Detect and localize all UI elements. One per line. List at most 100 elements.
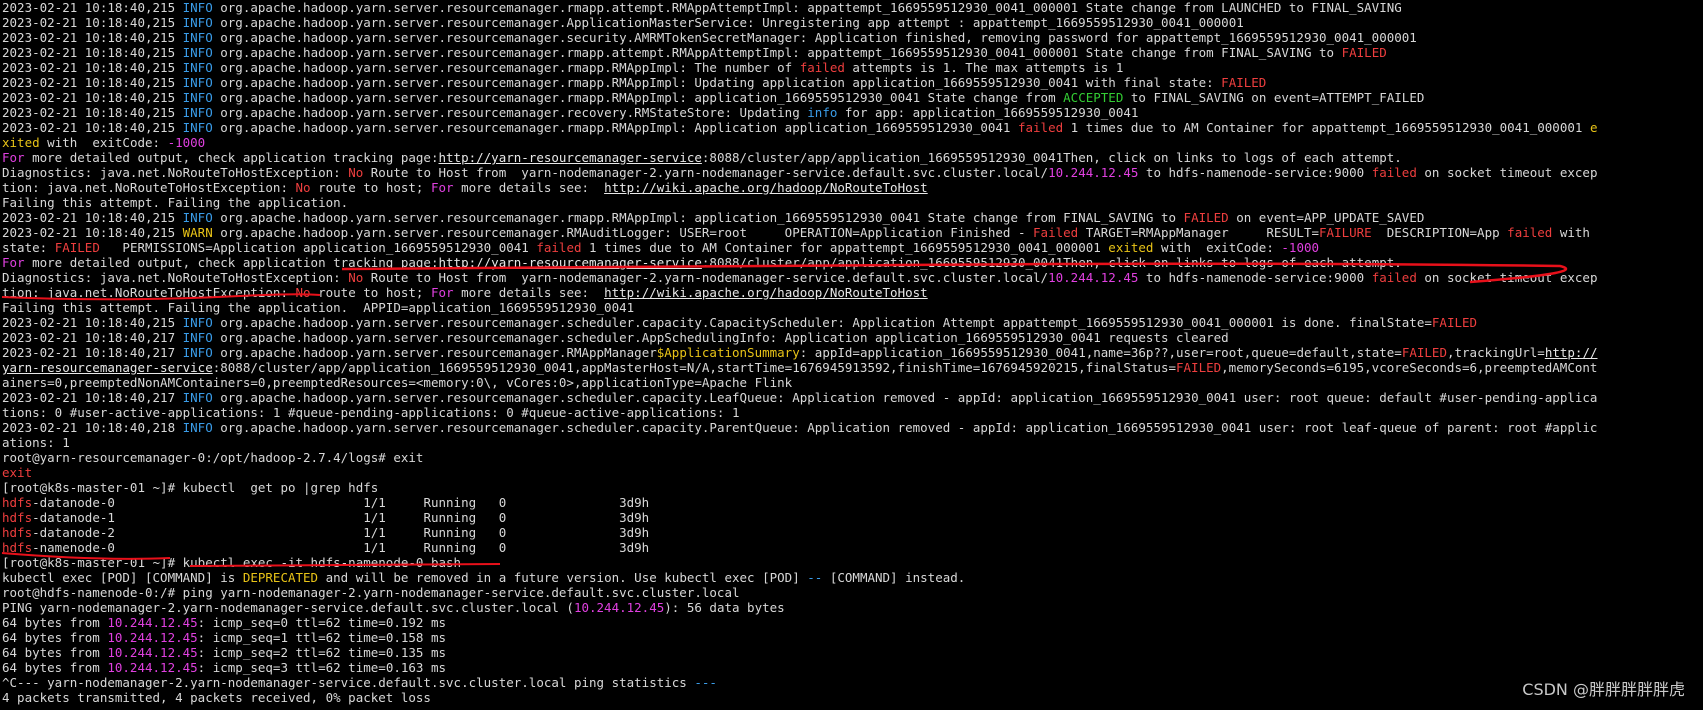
terminal-link[interactable]: yarn-resourcemanager-service <box>2 360 213 375</box>
terminal-line: For more detailed output, check applicat… <box>2 150 1598 165</box>
terminal-text: : icmp_seq=3 ttl=62 time=0.163 ms <box>197 660 447 675</box>
terminal-text: exited <box>1108 240 1154 255</box>
terminal-text: org.apache.hadoop.yarn.server.resourcema… <box>212 60 800 75</box>
terminal-text: on event=APP_UPDATE_SAVED <box>1228 210 1425 225</box>
terminal-text: INFO <box>182 345 213 360</box>
terminal-text: on socket timeout excep <box>1416 270 1598 285</box>
terminal-text: For <box>430 180 454 195</box>
terminal-link[interactable]: http://yarn-resourcemanager-service <box>439 150 702 165</box>
terminal-text: failed <box>799 60 845 75</box>
terminal-text: route to host; <box>310 180 431 195</box>
terminal-text: 2023-02-21 10:18:40,215 <box>2 30 183 45</box>
terminal-text: ainers=0,preemptedNonAMContainers=0,pree… <box>2 375 793 390</box>
terminal-text: tion: java.net.NoRouteToHostException: <box>2 285 296 300</box>
terminal-line: root@hdfs-namenode-0:/# ping yarn-nodema… <box>2 585 1598 600</box>
terminal-text: FAILED <box>1341 45 1387 60</box>
terminal-text: hdfs <box>2 525 33 540</box>
terminal-line: 2023-02-21 10:18:40,215 INFO org.apache.… <box>2 120 1598 135</box>
terminal-output: 2023-02-21 10:18:40,215 INFO org.apache.… <box>2 0 1598 705</box>
terminal-text: INFO <box>182 45 213 60</box>
terminal-text: DEPRECATED <box>242 570 319 585</box>
terminal-line: Failing this attempt. Failing the applic… <box>2 195 1598 210</box>
terminal-text: INFO <box>182 15 213 30</box>
terminal-text: :8088/cluster/app/application_1669559512… <box>701 255 1402 270</box>
terminal-text: failed <box>536 240 582 255</box>
terminal-line: 2023-02-21 10:18:40,215 INFO org.apache.… <box>2 15 1598 30</box>
terminal-line: tion: java.net.NoRouteToHostException: N… <box>2 180 1598 195</box>
watermark-label: CSDN @胖胖胖胖胖虎 <box>1522 680 1685 699</box>
terminal-text: 10.244.12.45 <box>107 645 198 660</box>
terminal-text: hdfs <box>2 540 33 555</box>
terminal-line: hdfs-datanode-2 1/1 Running 0 3d9h <box>2 525 1598 540</box>
terminal-text: ations: 1 <box>2 435 70 450</box>
terminal-text: PING yarn-nodemanager-2.yarn-nodemanager… <box>2 600 574 615</box>
terminal-text: : icmp_seq=0 ttl=62 time=0.192 ms <box>197 615 447 630</box>
terminal-text: Failing this attempt. Failing the applic… <box>2 300 635 315</box>
terminal-link[interactable]: http://yarn-resourcemanager-service <box>439 255 702 270</box>
terminal-line: PING yarn-nodemanager-2.yarn-nodemanager… <box>2 600 1598 615</box>
terminal-window[interactable]: 2023-02-21 10:18:40,215 INFO org.apache.… <box>0 0 1703 710</box>
terminal-text: No <box>295 285 311 300</box>
terminal-text: to hdfs-namenode-service:9000 <box>1138 165 1372 180</box>
terminal-link[interactable]: http:// <box>1545 345 1598 360</box>
terminal-text: INFO <box>182 390 213 405</box>
terminal-text: 2023-02-21 10:18:40,215 <box>2 60 183 75</box>
terminal-text: -1000 <box>167 135 206 150</box>
terminal-text: on socket timeout excep <box>1416 165 1598 180</box>
terminal-line: 2023-02-21 10:18:40,215 INFO org.apache.… <box>2 0 1598 15</box>
terminal-text: 10.244.12.45 <box>573 600 665 615</box>
terminal-line: 2023-02-21 10:18:40,215 INFO org.apache.… <box>2 210 1598 225</box>
terminal-line: 2023-02-21 10:18:40,217 INFO org.apache.… <box>2 330 1598 345</box>
terminal-line: 64 bytes from 10.244.12.45: icmp_seq=2 t… <box>2 645 1598 660</box>
terminal-text: info <box>807 105 838 120</box>
terminal-link[interactable]: http://wiki.apache.org/hadoop/NoRouteToH… <box>604 285 928 300</box>
terminal-text: more details see: <box>453 180 605 195</box>
terminal-text: failed <box>1371 270 1417 285</box>
terminal-text: hdfs <box>2 495 33 510</box>
terminal-text: more details see: <box>453 285 605 300</box>
terminal-text: state: <box>2 240 55 255</box>
terminal-text: 2023-02-21 10:18:40,217 <box>2 390 183 405</box>
terminal-text: Diagnostics: java.net.NoRouteToHostExcep… <box>2 165 349 180</box>
terminal-line: tion: java.net.NoRouteToHostException: N… <box>2 285 1598 300</box>
terminal-text: : appId=application_1669559512930_0041,n… <box>799 345 1402 360</box>
terminal-text: exit <box>2 465 33 480</box>
terminal-text: failed <box>1017 120 1064 135</box>
terminal-line: 2023-02-21 10:18:40,218 INFO org.apache.… <box>2 420 1598 435</box>
terminal-text: org.apache.hadoop.yarn.server.resourcema… <box>212 225 1034 240</box>
terminal-text: WARN <box>182 225 213 240</box>
terminal-text: 2023-02-21 10:18:40,215 <box>2 0 183 15</box>
terminal-link[interactable]: http://wiki.apache.org/hadoop/NoRouteToH… <box>604 180 928 195</box>
terminal-text: kubectl exec [POD] [COMMAND] is <box>2 570 243 585</box>
terminal-line: tions: 0 #user-active-applications: 1 #q… <box>2 405 1598 420</box>
terminal-text: DESCRIPTION=App <box>1371 225 1508 240</box>
terminal-text: -namenode-0 1/1 Running 0 3d9h <box>32 540 650 555</box>
terminal-text: For <box>430 285 454 300</box>
terminal-text: 64 bytes from <box>2 615 108 630</box>
terminal-text: -1000 <box>1281 240 1320 255</box>
terminal-text: 10.244.12.45 <box>1048 165 1139 180</box>
terminal-text: 2023-02-21 10:18:40,215 <box>2 120 183 135</box>
terminal-text: INFO <box>182 210 213 225</box>
terminal-text: -- <box>807 570 823 585</box>
terminal-text: FAILED <box>54 240 100 255</box>
terminal-line: xited with exitCode: -1000 <box>2 135 1598 150</box>
terminal-text: -datanode-0 1/1 Running 0 3d9h <box>32 495 650 510</box>
terminal-text: with exitCode: <box>1153 240 1282 255</box>
terminal-text: INFO <box>182 330 213 345</box>
terminal-text: attempts is 1. The max attempts is 1 <box>844 60 1124 75</box>
terminal-text: PERMISSIONS=Application application_1669… <box>99 240 537 255</box>
terminal-text: and will be removed in a future version.… <box>318 570 808 585</box>
terminal-line: 2023-02-21 10:18:40,215 INFO org.apache.… <box>2 90 1598 105</box>
terminal-text: No <box>295 180 311 195</box>
terminal-line: 2023-02-21 10:18:40,215 INFO org.apache.… <box>2 60 1598 75</box>
terminal-line: ainers=0,preemptedNonAMContainers=0,pree… <box>2 375 1598 390</box>
terminal-text: org.apache.hadoop.yarn.server.resourcema… <box>212 120 1018 135</box>
terminal-line: 2023-02-21 10:18:40,217 INFO org.apache.… <box>2 345 1598 360</box>
terminal-text: FAILED <box>1401 345 1447 360</box>
terminal-text: INFO <box>182 315 213 330</box>
terminal-text: 4 packets transmitted, 4 packets receive… <box>2 690 431 705</box>
terminal-text: for app: application_1669559512930_0041 <box>837 105 1139 120</box>
terminal-line: 64 bytes from 10.244.12.45: icmp_seq=0 t… <box>2 615 1598 630</box>
terminal-text: 1 times due to AM Container for appattem… <box>581 240 1109 255</box>
